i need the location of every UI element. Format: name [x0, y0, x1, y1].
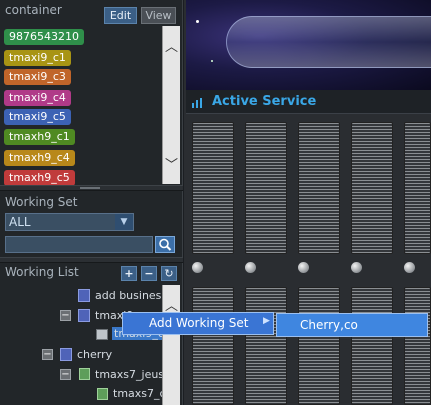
working-list-title: Working List — [5, 265, 79, 279]
splitter-grip-icon — [80, 187, 100, 189]
service-gauge — [298, 287, 340, 405]
active-service-header: Active Service — [186, 90, 431, 114]
service-gauge — [351, 287, 393, 405]
chart-icon — [192, 98, 204, 108]
container-item[interactable]: 9876543210 — [4, 29, 84, 45]
working-set-select[interactable]: ALL ▼ — [5, 213, 134, 231]
container-item[interactable]: tmaxi9_c1 — [4, 50, 71, 66]
star-graphic — [211, 60, 213, 62]
service-gauge — [351, 122, 393, 254]
tree-item-label[interactable]: cherry — [77, 348, 112, 361]
service-gauge — [298, 122, 340, 254]
submenu-arrow-icon: ▶ — [263, 316, 270, 326]
working-list-scrollbar[interactable]: ︿ — [162, 285, 180, 405]
submenu-cherry-co[interactable]: Cherry,co — [276, 313, 428, 337]
service-gauge — [245, 287, 287, 405]
working-set-title: Working Set — [5, 195, 78, 209]
working-set-selected: ALL — [9, 215, 31, 229]
container-list: 9876543210 tmaxi9_c1 tmaxi9_c3 tmaxi9_c4… — [0, 26, 162, 186]
working-list-tree: add busines − tmaxi9 tmaxi9_c − cherry −… — [0, 285, 166, 405]
container-title: container — [5, 3, 62, 17]
collapse-icon[interactable]: − — [60, 310, 71, 321]
chevron-down-icon[interactable]: ▼ — [115, 214, 133, 230]
refresh-icon[interactable]: ↻ — [161, 266, 177, 281]
container-item[interactable]: tmaxh9_c5 — [4, 170, 75, 186]
indicator-knob — [245, 262, 256, 273]
server-icon — [96, 329, 108, 340]
document-icon — [97, 388, 108, 400]
left-panel: container Edit View 9876543210 tmaxi9_c1… — [0, 0, 183, 405]
container-item[interactable]: tmaxh9_c4 — [4, 150, 75, 166]
edit-button[interactable]: Edit — [104, 7, 137, 24]
context-menu-item-label: Add Working Set — [149, 316, 249, 330]
remove-icon[interactable]: − — [141, 266, 157, 281]
tree-item-label[interactable]: tmaxs7_jeus — [95, 368, 164, 381]
database-icon — [78, 289, 90, 302]
splitter[interactable] — [0, 257, 183, 263]
search-icon[interactable] — [155, 236, 175, 253]
container-item[interactable]: tmaxi9_c5 — [4, 109, 71, 125]
working-set-search-input[interactable] — [5, 236, 153, 253]
container-scrollbar[interactable]: ︿ ﹀ — [162, 26, 180, 184]
star-graphic — [196, 20, 199, 23]
right-panel: Active Service — [184, 0, 431, 405]
service-gauge — [404, 122, 431, 254]
glass-tube-graphic — [226, 16, 431, 68]
database-icon — [60, 348, 72, 361]
context-menu-add-working-set[interactable]: Add Working Set ▶ — [122, 312, 274, 335]
active-service-title: Active Service — [212, 94, 317, 109]
scroll-down-icon[interactable]: ﹀ — [163, 154, 180, 173]
add-icon[interactable]: + — [121, 266, 137, 281]
indicator-knob — [298, 262, 309, 273]
indicator-knob — [192, 262, 203, 273]
service-gauge — [404, 287, 431, 405]
header-banner — [186, 0, 431, 90]
service-gauge — [192, 122, 234, 254]
tree-item-label[interactable]: add busines — [95, 289, 161, 302]
container-item[interactable]: tmaxh9_c1 — [4, 129, 75, 145]
indicator-knob — [404, 262, 415, 273]
view-button[interactable]: View — [141, 7, 176, 24]
service-gauge — [245, 122, 287, 254]
scroll-up-icon[interactable]: ︿ — [163, 36, 180, 55]
service-gauge — [192, 287, 234, 405]
container-item[interactable]: tmaxi9_c3 — [4, 69, 71, 85]
submenu-item-label: Cherry,co — [300, 318, 358, 332]
container-item[interactable]: tmaxi9_c4 — [4, 90, 71, 106]
tree-item-label[interactable]: tmaxs7_c — [113, 387, 166, 400]
document-icon — [79, 368, 90, 380]
collapse-icon[interactable]: − — [60, 369, 71, 380]
collapse-icon[interactable]: − — [42, 349, 53, 360]
indicator-knob — [351, 262, 362, 273]
database-icon — [78, 309, 90, 322]
